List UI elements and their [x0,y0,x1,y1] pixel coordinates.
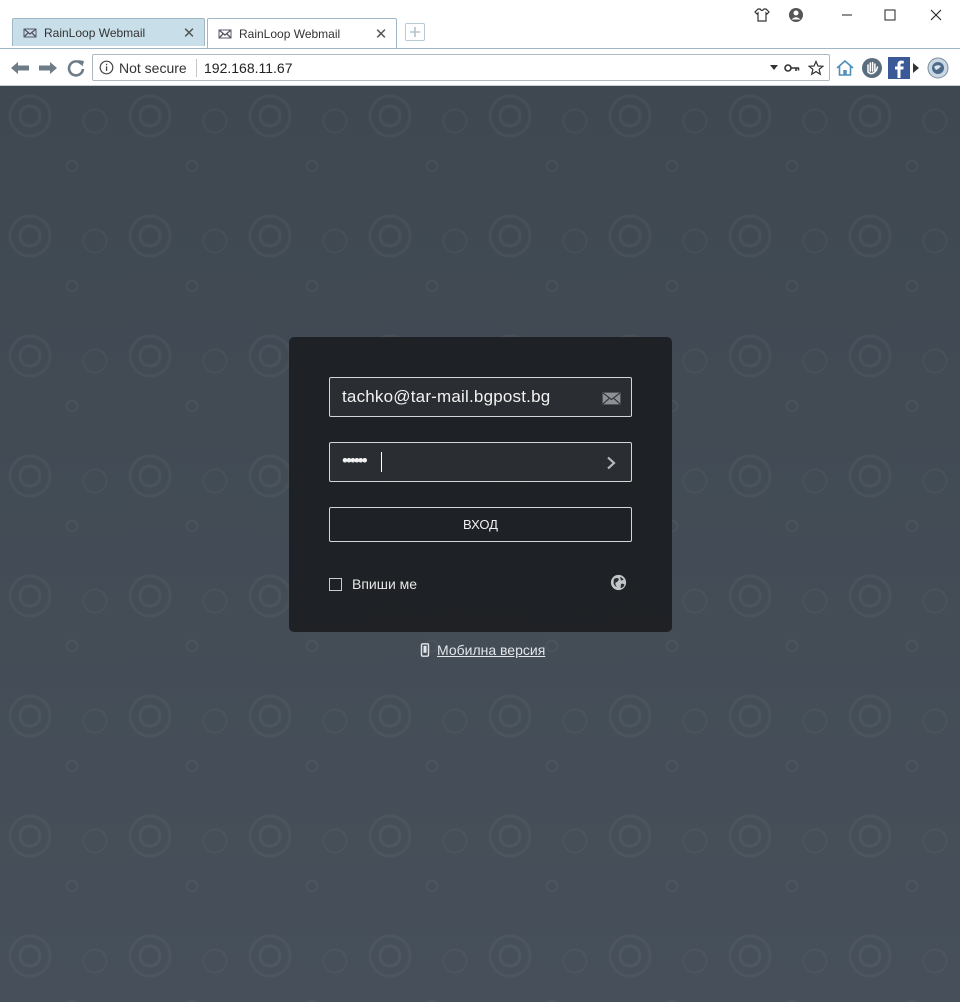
minimize-icon[interactable] [837,5,857,25]
info-icon[interactable] [99,60,114,75]
login-form: tachko@tar-mail.bgpost.bg •••••• ВХОД Вп… [289,337,672,632]
new-tab-button[interactable] [405,23,425,41]
remember-checkbox[interactable] [329,577,342,591]
key-icon[interactable] [783,59,801,77]
text-caret [381,452,382,472]
tab-rainloop-1[interactable]: RainLoop Webmail ✕ [12,18,205,46]
maximize-icon[interactable] [880,5,900,25]
login-button[interactable]: ВХОД [329,507,632,542]
reload-icon[interactable] [65,57,87,79]
envelope-icon [601,388,621,408]
security-label[interactable]: Not secure [119,60,187,76]
address-bar[interactable]: Not secure 192.168.11.67 [92,54,830,81]
rainloop-favicon-icon [23,28,37,37]
hand-icon[interactable] [861,57,883,79]
email-value[interactable]: tachko@tar-mail.bgpost.bg [342,387,550,407]
browser-toolbar: Not secure 192.168.11.67 [0,48,960,86]
tab-close-icon[interactable]: ✕ [182,24,196,42]
facebook-icon[interactable] [888,57,910,79]
more-arrow-icon[interactable] [910,57,922,79]
mobile-version-label[interactable]: Мобилна версия [437,642,545,658]
url-text[interactable]: 192.168.11.67 [204,60,293,76]
mobile-version-link[interactable]: Мобилна версия [420,642,545,658]
password-field[interactable]: •••••• [329,442,632,482]
home-icon[interactable] [834,57,856,79]
dropdown-arrow-icon[interactable] [765,59,783,77]
profile-icon[interactable] [786,5,806,25]
chevron-right-icon[interactable] [601,453,621,473]
remember-label[interactable]: Впиши ме [352,576,417,592]
page-background: tachko@tar-mail.bgpost.bg •••••• ВХОД Вп… [0,86,960,1002]
tab-close-icon[interactable]: ✕ [374,25,388,43]
globe-extension-icon[interactable] [927,57,949,79]
forward-arrow-icon[interactable] [37,57,59,79]
tab-title: RainLoop Webmail [44,25,146,40]
bookmark-star-icon[interactable] [807,59,825,77]
shirt-theme-icon[interactable] [752,5,772,25]
language-globe-icon[interactable] [610,574,627,591]
mobile-phone-icon [420,643,430,657]
rainloop-favicon-icon [218,29,232,38]
remember-me[interactable]: Впиши ме [329,576,417,592]
plus-icon [410,27,420,37]
password-value[interactable]: •••••• [342,451,368,471]
browser-titlebar: RainLoop Webmail ✕ RainLoop Webmail ✕ [0,0,960,48]
email-field[interactable]: tachko@tar-mail.bgpost.bg [329,377,632,417]
tab-rainloop-2[interactable]: RainLoop Webmail ✕ [207,18,397,48]
omnibox-separator [196,59,197,77]
tab-title: RainLoop Webmail [239,26,341,41]
close-icon[interactable] [926,5,946,25]
back-arrow-icon[interactable] [9,57,31,79]
